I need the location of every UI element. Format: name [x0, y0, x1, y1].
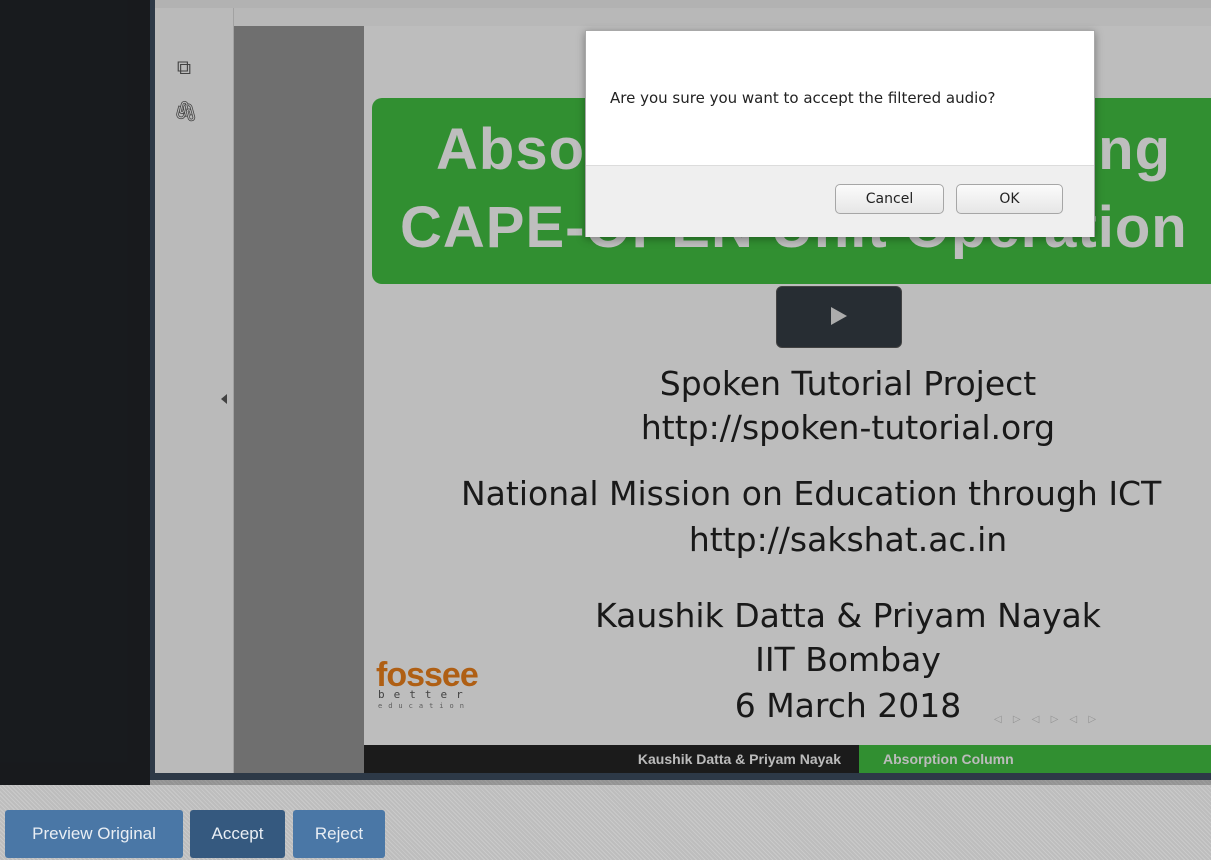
accept-button[interactable]: Accept [190, 810, 285, 858]
action-bar: Preview Original Accept Reject [0, 785, 1211, 860]
reject-button[interactable]: Reject [293, 810, 385, 858]
dialog-message: Are you sure you want to accept the filt… [610, 89, 996, 107]
preview-original-button[interactable]: Preview Original [5, 810, 183, 858]
confirm-dialog: Are you sure you want to accept the filt… [585, 30, 1095, 237]
ok-button[interactable]: OK [956, 184, 1063, 214]
dialog-footer: Cancel OK [586, 165, 1094, 237]
cancel-button[interactable]: Cancel [835, 184, 944, 214]
